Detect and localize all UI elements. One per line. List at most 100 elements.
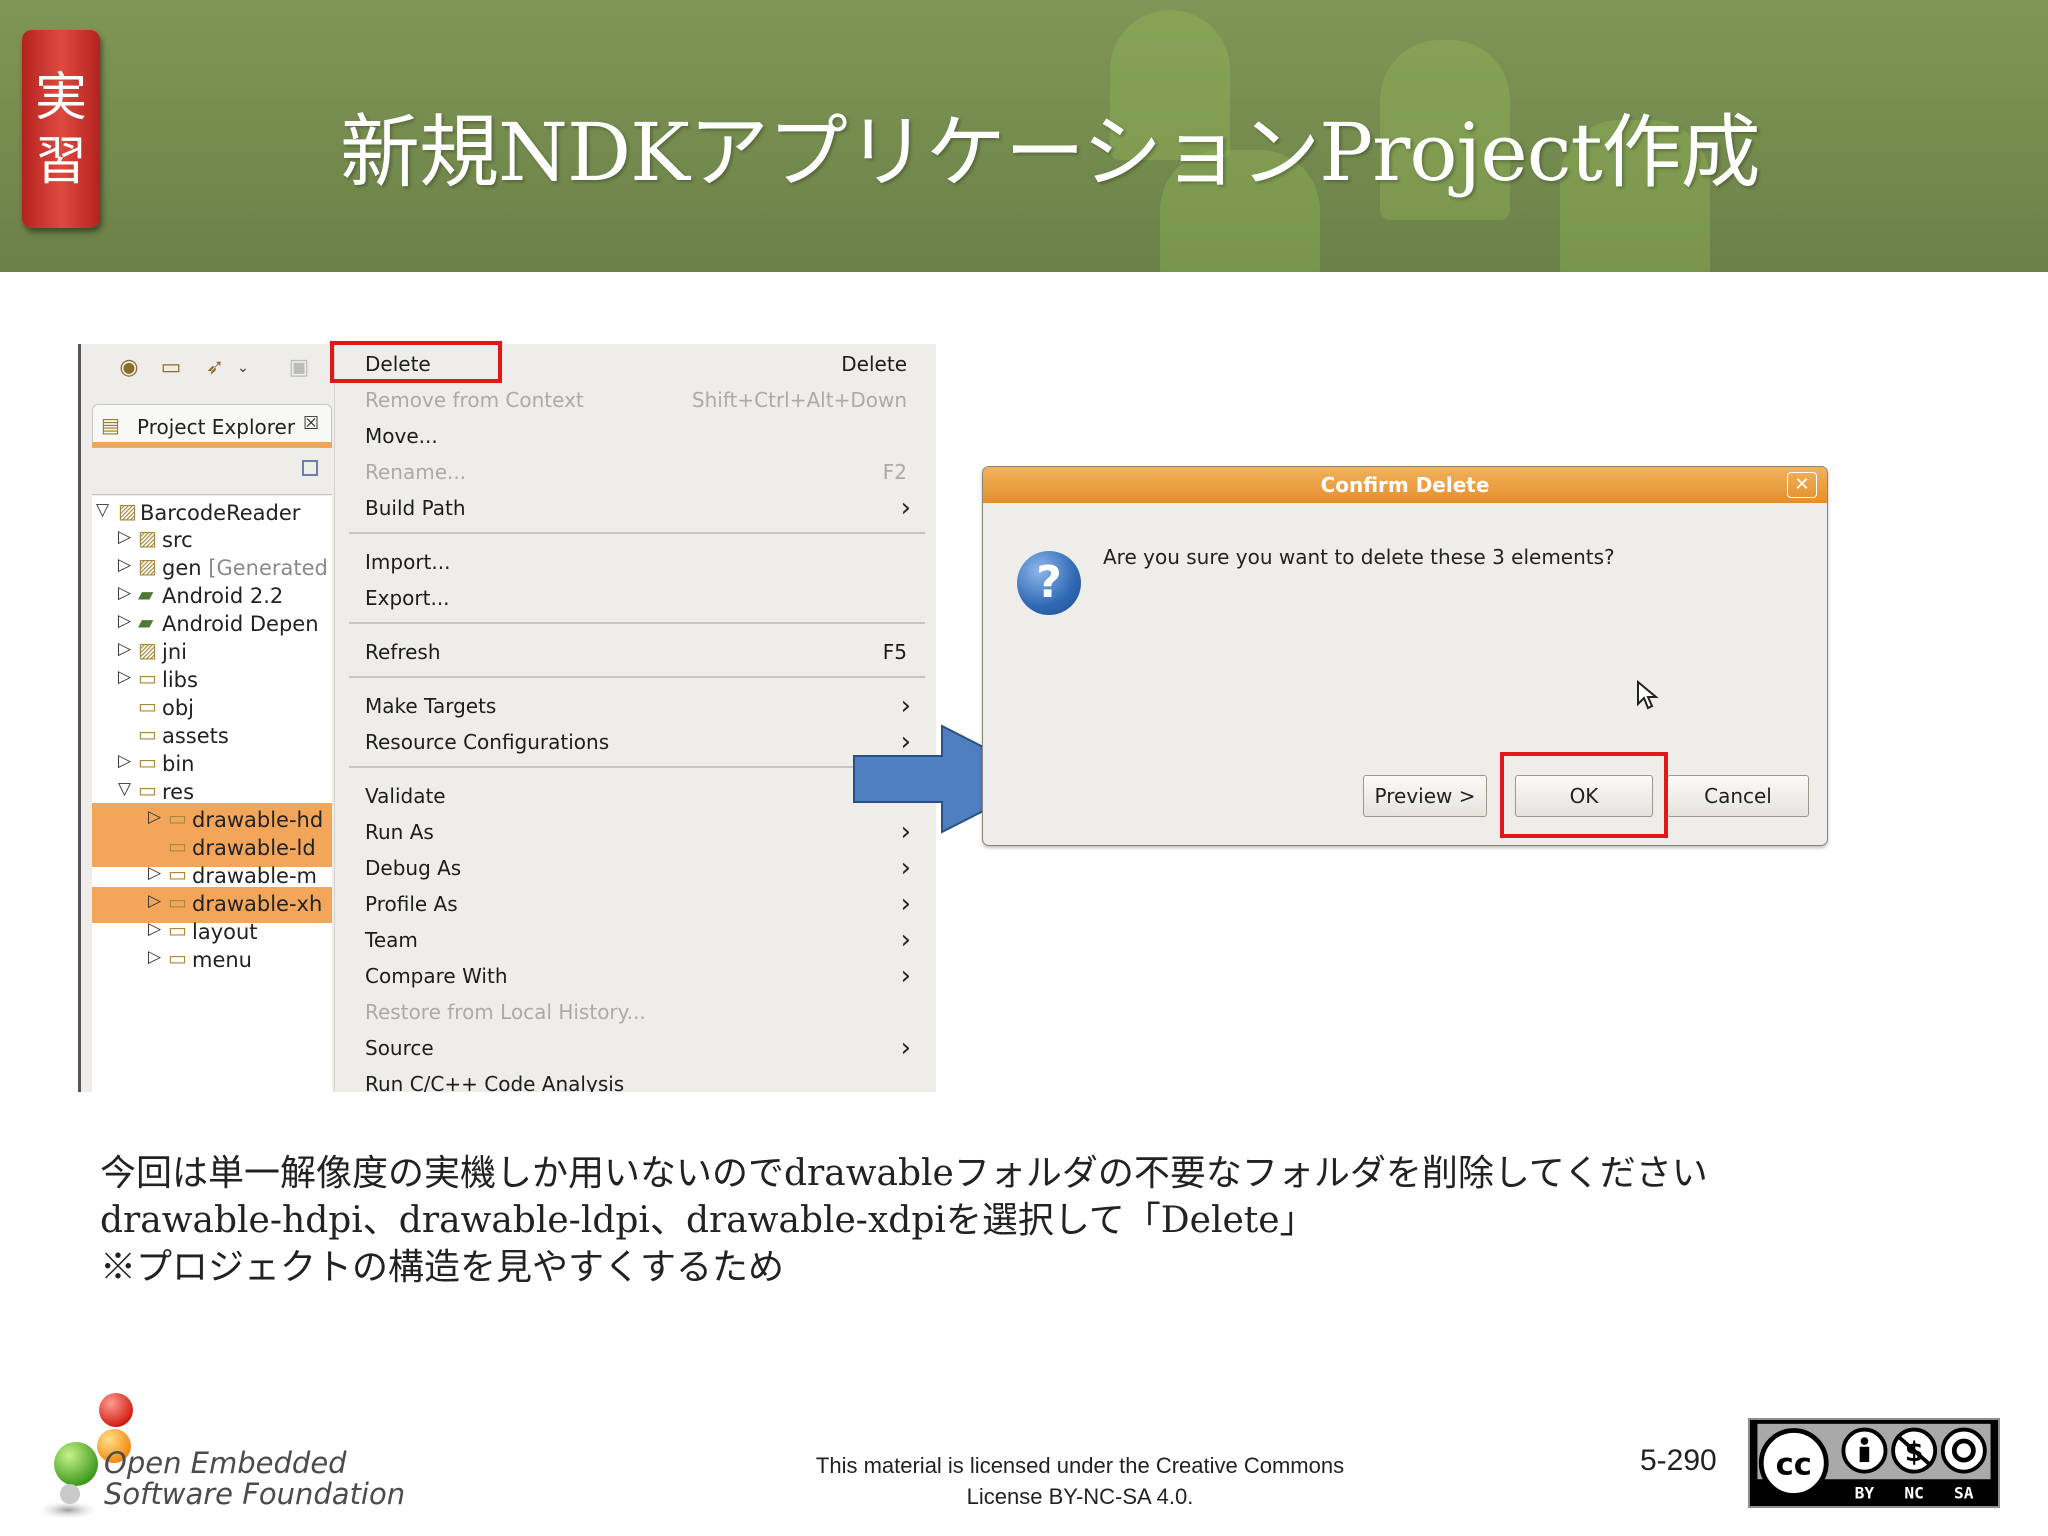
menu-item-validate[interactable]: Validate (365, 784, 925, 818)
menu-item-compare-with[interactable]: Compare With › (365, 961, 925, 998)
collapsed-triangle-icon[interactable]: ▷ (118, 751, 131, 771)
menu-item-debug-as[interactable]: Debug As › (365, 853, 925, 890)
collapsed-triangle-icon[interactable]: ▷ (118, 583, 131, 603)
cc-license-badge: cc $ BY NC SA (1748, 1418, 2000, 1508)
page-number: 5-290 (1640, 1444, 1717, 1477)
menu-item-export[interactable]: Export... (365, 586, 925, 620)
mouse-cursor-icon (1637, 680, 1659, 710)
menu-item-remove-from-context: Remove from Context Shift+Ctrl+Alt+Down (365, 388, 907, 412)
menu-item-profile-as[interactable]: Profile As › (365, 889, 925, 926)
menu-item-resource-configurations[interactable]: Resource Configurations › (365, 727, 925, 764)
dialog-title: Confirm Delete (1320, 473, 1490, 497)
project-explorer-icon: ▤ (101, 413, 120, 437)
expanded-triangle-icon[interactable]: ▽ (118, 779, 131, 799)
exercise-badge: 実習 (22, 30, 100, 228)
close-icon[interactable]: ☒ (303, 413, 319, 434)
menu-item-source[interactable]: Source › (365, 1033, 925, 1070)
folder-icon: ▭ (168, 806, 187, 830)
folder-icon: ▭ (138, 694, 157, 718)
menu-item-rename: Rename... F2 (365, 460, 907, 484)
license-notice: This material is licensed under the Crea… (815, 1453, 1345, 1509)
ok-highlight-box (1500, 752, 1668, 838)
library-icon: ▰ (138, 582, 154, 606)
cc-by-label: BY (1855, 1483, 1875, 1502)
disabled-tool-icon: ▣ (288, 355, 310, 380)
submenu-arrow-icon: › (900, 889, 911, 919)
eclipse-screenshot: ◉ ▭ ➶ ⌄ ▣ ▤ Project Explorer ☒ ▽ ▨ Barco… (78, 344, 936, 1092)
package-folder-icon: ▨ (138, 554, 157, 578)
collapse-all-icon[interactable] (302, 460, 318, 476)
cc-sa-label: SA (1954, 1483, 1974, 1502)
collapsed-triangle-icon[interactable]: ▷ (148, 891, 161, 911)
menu-item-refresh[interactable]: Refresh F5 (365, 640, 925, 674)
cancel-button[interactable]: Cancel (1667, 775, 1809, 817)
folder-icon: ▭ (168, 946, 187, 970)
menu-item-make-targets[interactable]: Make Targets › (365, 691, 925, 728)
package-folder-icon: ▨ (138, 526, 157, 550)
chevron-down-icon[interactable]: ⌄ (230, 356, 256, 380)
menu-separator (349, 766, 925, 768)
collapsed-triangle-icon[interactable]: ▷ (118, 527, 131, 547)
submenu-arrow-icon: › (900, 691, 911, 721)
project-tree: ▽ ▨ BarcodeReader ▷ ▨ src ▷ ▨ gen [Gener… (92, 496, 332, 1092)
submenu-arrow-icon: › (900, 853, 911, 883)
dialog-message: Are you sure you want to delete these 3 … (1103, 545, 1615, 569)
menu-item-run-as[interactable]: Run As › (365, 817, 925, 854)
oesf-name: Open Embedded Software Foundation (104, 1446, 406, 1511)
folder-icon: ▭ (168, 918, 187, 942)
instruction-line-2: drawable-hdpi、drawable-ldpi、drawable-xdp… (100, 1200, 1316, 1241)
folder-icon: ▭ (138, 750, 157, 774)
folder-icon: ▭ (168, 890, 187, 914)
collapsed-triangle-icon[interactable]: ▷ (148, 947, 161, 967)
menu-separator (349, 676, 925, 678)
menu-item-move[interactable]: Move... (365, 424, 925, 458)
menu-item-team[interactable]: Team › (365, 925, 925, 962)
collapsed-triangle-icon[interactable]: ▷ (118, 555, 131, 575)
expanded-triangle-icon[interactable]: ▽ (96, 500, 109, 520)
preview-button[interactable]: Preview > (1363, 775, 1487, 817)
instruction-text: 今回は単一解像度の実機しか用いないのでdrawableフォルダの不要なフォルダを… (100, 1150, 1708, 1291)
submenu-arrow-icon: › (900, 493, 911, 523)
source-folder-icon: ▨ (138, 638, 157, 662)
question-icon: ? (1017, 551, 1081, 615)
submenu-arrow-icon: › (900, 925, 911, 955)
folder-icon: ▭ (138, 778, 157, 802)
folder-icon: ▭ (138, 722, 157, 746)
context-menu: Delete Delete Remove from Context Shift+Ct… (334, 344, 936, 1092)
delete-highlight-box (330, 341, 502, 383)
slide-title: 新規NDKアプリケーションProject作成 (340, 106, 1761, 199)
folder-icon: ▭ (138, 666, 157, 690)
collapsed-triangle-icon[interactable]: ▷ (148, 863, 161, 883)
open-folder-icon[interactable]: ▭ (158, 356, 184, 380)
collapsed-triangle-icon[interactable]: ▷ (148, 807, 161, 827)
instruction-line-3: ※プロジェクトの構造を見やすくするため (100, 1247, 785, 1288)
collapsed-triangle-icon[interactable]: ▷ (118, 611, 131, 631)
menu-item-import[interactable]: Import... (365, 550, 925, 584)
collapsed-triangle-icon[interactable]: ▷ (118, 667, 131, 687)
new-package-icon[interactable]: ◉ (116, 356, 142, 380)
menu-item-build-path[interactable]: Build Path › (365, 493, 925, 530)
tree-item-menu[interactable]: ▷ ▭ menu (92, 943, 332, 979)
tab-label: Project Explorer (137, 415, 296, 439)
menu-separator (349, 532, 925, 534)
close-icon[interactable]: ✕ (1787, 472, 1817, 498)
menu-item-restore-from-local-history: Restore from Local History... (365, 1000, 646, 1024)
cc-nc-label: NC (1904, 1483, 1924, 1502)
menu-separator (349, 622, 925, 624)
confirm-delete-dialog: Confirm Delete ✕ ? Are you sure you want… (982, 466, 1828, 846)
tab-project-explorer[interactable]: ▤ Project Explorer ☒ (92, 404, 332, 443)
collapsed-triangle-icon[interactable]: ▷ (118, 639, 131, 659)
svg-text:cc: cc (1776, 1447, 1812, 1482)
window-edge (78, 344, 81, 1092)
menu-item-run-code-analysis[interactable]: Run C/C++ Code Analysis (365, 1072, 925, 1092)
folder-icon: ▭ (168, 834, 187, 858)
view-toolbar (92, 448, 332, 495)
folder-icon: ▭ (168, 862, 187, 886)
run-launcher-icon[interactable]: ➶ (202, 356, 228, 380)
project-icon: ▨ (118, 499, 137, 523)
dialog-titlebar[interactable]: Confirm Delete ✕ (983, 467, 1827, 503)
submenu-arrow-icon: › (900, 1033, 911, 1063)
collapsed-triangle-icon[interactable]: ▷ (148, 919, 161, 939)
library-icon: ▰ (138, 610, 154, 634)
instruction-line-1: 今回は単一解像度の実機しか用いないのでdrawableフォルダの不要なフォルダを… (100, 1153, 1708, 1194)
